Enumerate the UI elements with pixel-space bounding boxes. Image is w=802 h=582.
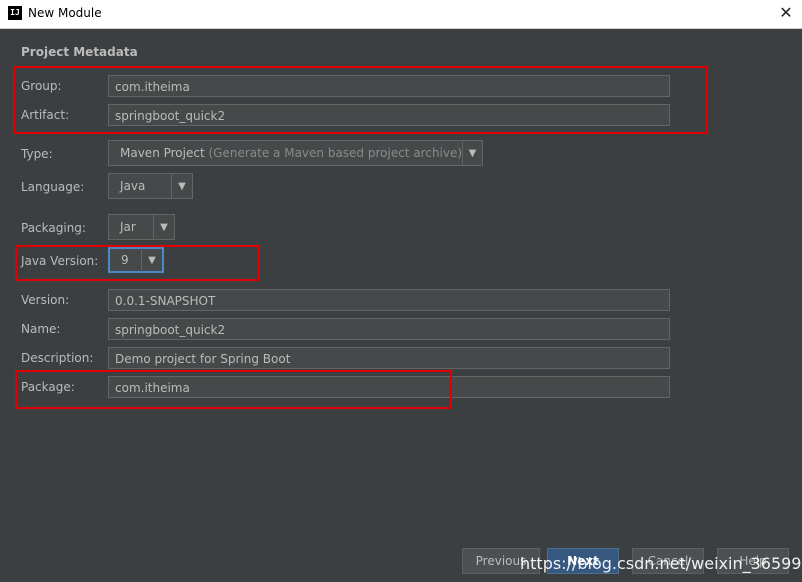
description-label: Description: [21, 351, 94, 365]
annotation-box-group-artifact [13, 66, 708, 134]
packaging-label: Packaging: [21, 221, 86, 235]
name-label: Name: [21, 322, 61, 336]
type-select-hint: (Generate a Maven based project archive) [208, 146, 463, 160]
intellij-icon: IJ [8, 6, 22, 20]
chevron-down-icon[interactable]: ▼ [153, 215, 174, 239]
packaging-select-value: Jar [120, 220, 136, 234]
chevron-down-icon[interactable]: ▼ [462, 141, 482, 165]
name-field[interactable]: springboot_quick2 [108, 318, 670, 340]
language-select-value: Java [120, 179, 146, 193]
annotation-box-package [15, 370, 452, 409]
version-field[interactable]: 0.0.1-SNAPSHOT [108, 289, 670, 311]
section-title: Project Metadata [21, 45, 138, 59]
chevron-down-icon[interactable]: ▼ [171, 174, 192, 198]
language-label: Language: [21, 180, 85, 194]
annotation-box-java-version [15, 245, 260, 281]
version-label: Version: [21, 293, 70, 307]
packaging-select[interactable]: Jar ▼ [108, 214, 175, 240]
title-bar: IJ New Module ✕ [0, 0, 802, 29]
description-field[interactable]: Demo project for Spring Boot [108, 347, 670, 369]
language-select[interactable]: Java ▼ [108, 173, 193, 199]
close-icon[interactable]: ✕ [774, 2, 798, 24]
watermark: https://blog.csdn.net/weixin_36599216 [520, 554, 802, 573]
type-select-value: Maven Project (Generate a Maven based pr… [120, 146, 463, 160]
window-title: New Module [28, 6, 102, 20]
type-label: Type: [21, 147, 53, 161]
type-select[interactable]: Maven Project (Generate a Maven based pr… [108, 140, 483, 166]
